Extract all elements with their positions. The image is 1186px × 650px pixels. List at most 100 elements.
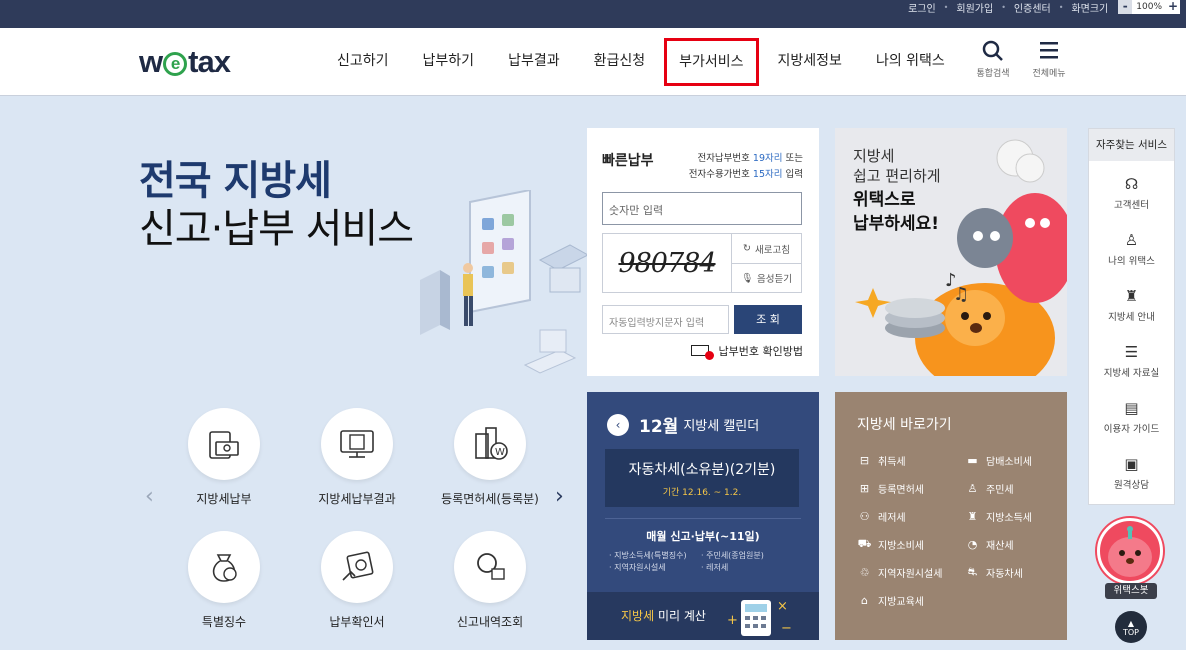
shortcut-local-income-tax[interactable]: ♜ 지방소득세 xyxy=(965,508,1057,524)
hamburger-icon xyxy=(1026,40,1072,66)
shortcut-title: 지방세 바로가기 xyxy=(857,417,952,433)
car-icon: ⛐ xyxy=(967,564,978,578)
event-name: 자동차세(소유분)(2기분) xyxy=(628,462,776,478)
captcha-box: 980784 ↻ 새로고침 🎙 음성듣기 xyxy=(602,233,802,293)
sidebar-item-label: 이용자 가이드 xyxy=(1103,424,1160,435)
person-icon: ♙ xyxy=(1124,231,1139,249)
top-label: TOP xyxy=(1122,628,1139,637)
screen-size-label: 화면크기 xyxy=(1071,3,1109,15)
sidebar-item-tax-guide[interactable]: ♜ 지방세 안내 xyxy=(1089,287,1174,323)
monthly-deadline: 매월 신고·납부(~11일) xyxy=(646,530,760,543)
service-label: 지방세납부 xyxy=(196,492,252,506)
chat-icon: ▤ xyxy=(1124,399,1139,417)
services-prev-arrow[interactable]: ‹ xyxy=(145,484,154,509)
shortcut-local-consumption-tax[interactable]: ⛟ 지방소비세 xyxy=(857,536,965,552)
audio-label: 음성듣기 xyxy=(757,274,793,285)
quick-pay-title: 빠른납부 xyxy=(602,153,654,169)
hero-title-line2: 신고·납부 서비스 xyxy=(139,206,414,252)
cert-center-link[interactable]: 인증센터 xyxy=(1014,0,1051,15)
separator: • xyxy=(1001,2,1006,12)
shortcut-leisure-tax[interactable]: ⚇ 레저세 xyxy=(857,508,965,524)
login-link[interactable]: 로그인 xyxy=(908,0,936,15)
monthly-items: · 지방소득세(특별징수) · 주민세(종업원분) · 지역자원시설세 · 레저… xyxy=(609,550,809,574)
sidebar-item-my-wetax[interactable]: ♙ 나의 위택스 xyxy=(1089,231,1174,267)
shortcut-education-tax[interactable]: ⌂ 지방교육세 xyxy=(857,592,965,608)
sidebar-item-user-guide[interactable]: ▤ 이용자 가이드 xyxy=(1089,399,1174,435)
nav-extra-services[interactable]: 부가서비스 xyxy=(664,38,759,86)
quick-pay-note: 전자납부번호 19자리 또는 전자수용가번호 15자리 입력 xyxy=(689,151,803,183)
service-registration-tax[interactable]: W 등록면허세(등록분) xyxy=(430,408,550,507)
acquisition-icon: ⊟ xyxy=(859,453,870,467)
zoom-control: - 100% + xyxy=(1118,0,1180,14)
graduation-cap-icon: ⌂ xyxy=(861,593,868,607)
service-pay-result[interactable]: 지방세납부결과 xyxy=(297,408,417,507)
logo-w: w xyxy=(139,44,163,79)
tax-calculator-link[interactable]: 지방세 미리 계산 + × − xyxy=(587,592,819,640)
registration-icon: ⊞ xyxy=(859,481,870,495)
nav-refund[interactable]: 환급신청 xyxy=(577,28,663,96)
service-special-collection[interactable]: 특별징수 xyxy=(164,531,284,630)
captcha-refresh-button[interactable]: ↻ 새로고침 xyxy=(731,234,801,263)
svg-text:W: W xyxy=(495,447,505,458)
shortcut-tobacco-tax[interactable]: ▬ 담배소비세 xyxy=(965,452,1057,468)
lookup-button[interactable]: 조 회 xyxy=(734,305,802,334)
tax-calendar-panel: ‹ 12월 지방세 캘린더 자동차세(소유분)(2기분) 기간 12.16. ~… xyxy=(587,392,819,640)
promo-banner[interactable]: 지방세 쉽고 편리하게 위택스로 납부하세요! ♪ ♫ xyxy=(835,128,1067,376)
services-next-arrow[interactable]: › xyxy=(555,484,564,509)
service-pay-confirmation[interactable]: 납부확인서 xyxy=(297,531,417,630)
service-report-history[interactable]: 신고내역조회 xyxy=(430,531,550,630)
service-label: 신고내역조회 xyxy=(456,615,524,629)
shortcut-acquisition-tax[interactable]: ⊟ 취득세 xyxy=(857,452,965,468)
nav-tax-info[interactable]: 지방세정보 xyxy=(761,28,859,96)
chatbot-label: 위택스봇 xyxy=(1105,583,1157,599)
search-icon xyxy=(970,40,1016,66)
sidebar-item-tax-archive[interactable]: ☰ 지방세 자료실 xyxy=(1089,343,1174,379)
sidebar-item-remote-support[interactable]: ▣ 원격상담 xyxy=(1089,455,1174,491)
card-help-icon xyxy=(691,345,715,360)
shortcut-resident-tax[interactable]: ♙ 주민세 xyxy=(965,480,1057,496)
magnifier-icon xyxy=(454,531,526,603)
calendar-header: ‹ 12월 지방세 캘린더 xyxy=(607,412,759,437)
menu-label: 전체메뉴 xyxy=(1032,69,1066,79)
list-icon: ☰ xyxy=(1124,343,1139,361)
wetax-logo[interactable]: w e tax xyxy=(139,44,231,80)
service-local-tax-pay[interactable]: 지방세납부 xyxy=(164,408,284,507)
cart-icon: ⛟ xyxy=(857,536,872,550)
signup-link[interactable]: 회원가입 xyxy=(956,0,993,15)
payment-number-help-link[interactable]: 납부번호 확인방법 xyxy=(691,343,803,360)
shortcut-property-tax[interactable]: ◔ 재산세 xyxy=(965,536,1057,552)
captcha-audio-button[interactable]: 🎙 음성듣기 xyxy=(731,263,801,292)
calendar-prev-button[interactable]: ‹ xyxy=(607,413,629,436)
zoom-value: 100% xyxy=(1132,0,1166,14)
captcha-input[interactable]: 자동입력방지문자 입력 xyxy=(602,305,729,334)
person-icon: ♙ xyxy=(967,481,978,495)
event-period: 기간 12.16. ~ 1.2. xyxy=(662,488,742,498)
zoom-in-button[interactable]: + xyxy=(1166,0,1180,14)
payment-number-input[interactable]: 숫자만 입력 xyxy=(602,192,802,225)
shortcut-regional-resource-tax[interactable]: ♲ 지역자원시설세 xyxy=(857,564,965,580)
sidebar-item-label: 원격상담 xyxy=(1114,480,1149,491)
nav-my-wetax[interactable]: 나의 위택스 xyxy=(859,28,962,96)
mascot-illustration: ♪ ♫ xyxy=(855,139,1067,376)
nav-pay[interactable]: 납부하기 xyxy=(406,28,492,96)
shortcut-registration-tax[interactable]: ⊞ 등록면허세 xyxy=(857,480,965,496)
arrow-up-icon: ▲ xyxy=(1127,619,1135,628)
scroll-top-button[interactable]: ▲ TOP xyxy=(1115,611,1147,643)
sidebar-item-label: 나의 위택스 xyxy=(1108,256,1155,267)
shortcut-vehicle-tax[interactable]: ⛐ 자동차세 xyxy=(965,564,1057,580)
note-text: 또는 xyxy=(782,153,803,164)
svg-text:+: + xyxy=(727,613,738,628)
search-label: 통합검색 xyxy=(976,69,1010,79)
calculator-label: 지방세 미리 계산 xyxy=(621,609,706,623)
sidebar-item-customer-center[interactable]: ☊ 고객센터 xyxy=(1089,175,1174,211)
monthly-item: · 지방소득세(특별징수) xyxy=(609,551,687,560)
svg-text:×: × xyxy=(777,599,788,614)
calendar-event[interactable]: 자동차세(소유분)(2기분) 기간 12.16. ~ 1.2. xyxy=(605,449,799,507)
nav-report[interactable]: 신고하기 xyxy=(320,28,406,96)
calendar-month: 12월 xyxy=(639,417,679,437)
full-menu-button[interactable]: 전체메뉴 xyxy=(1026,40,1072,79)
integrated-search-button[interactable]: 통합검색 xyxy=(970,40,1016,79)
chatbot-button[interactable] xyxy=(1097,518,1163,584)
nav-pay-result[interactable]: 납부결과 xyxy=(491,28,577,96)
zoom-out-button[interactable]: - xyxy=(1118,0,1133,14)
